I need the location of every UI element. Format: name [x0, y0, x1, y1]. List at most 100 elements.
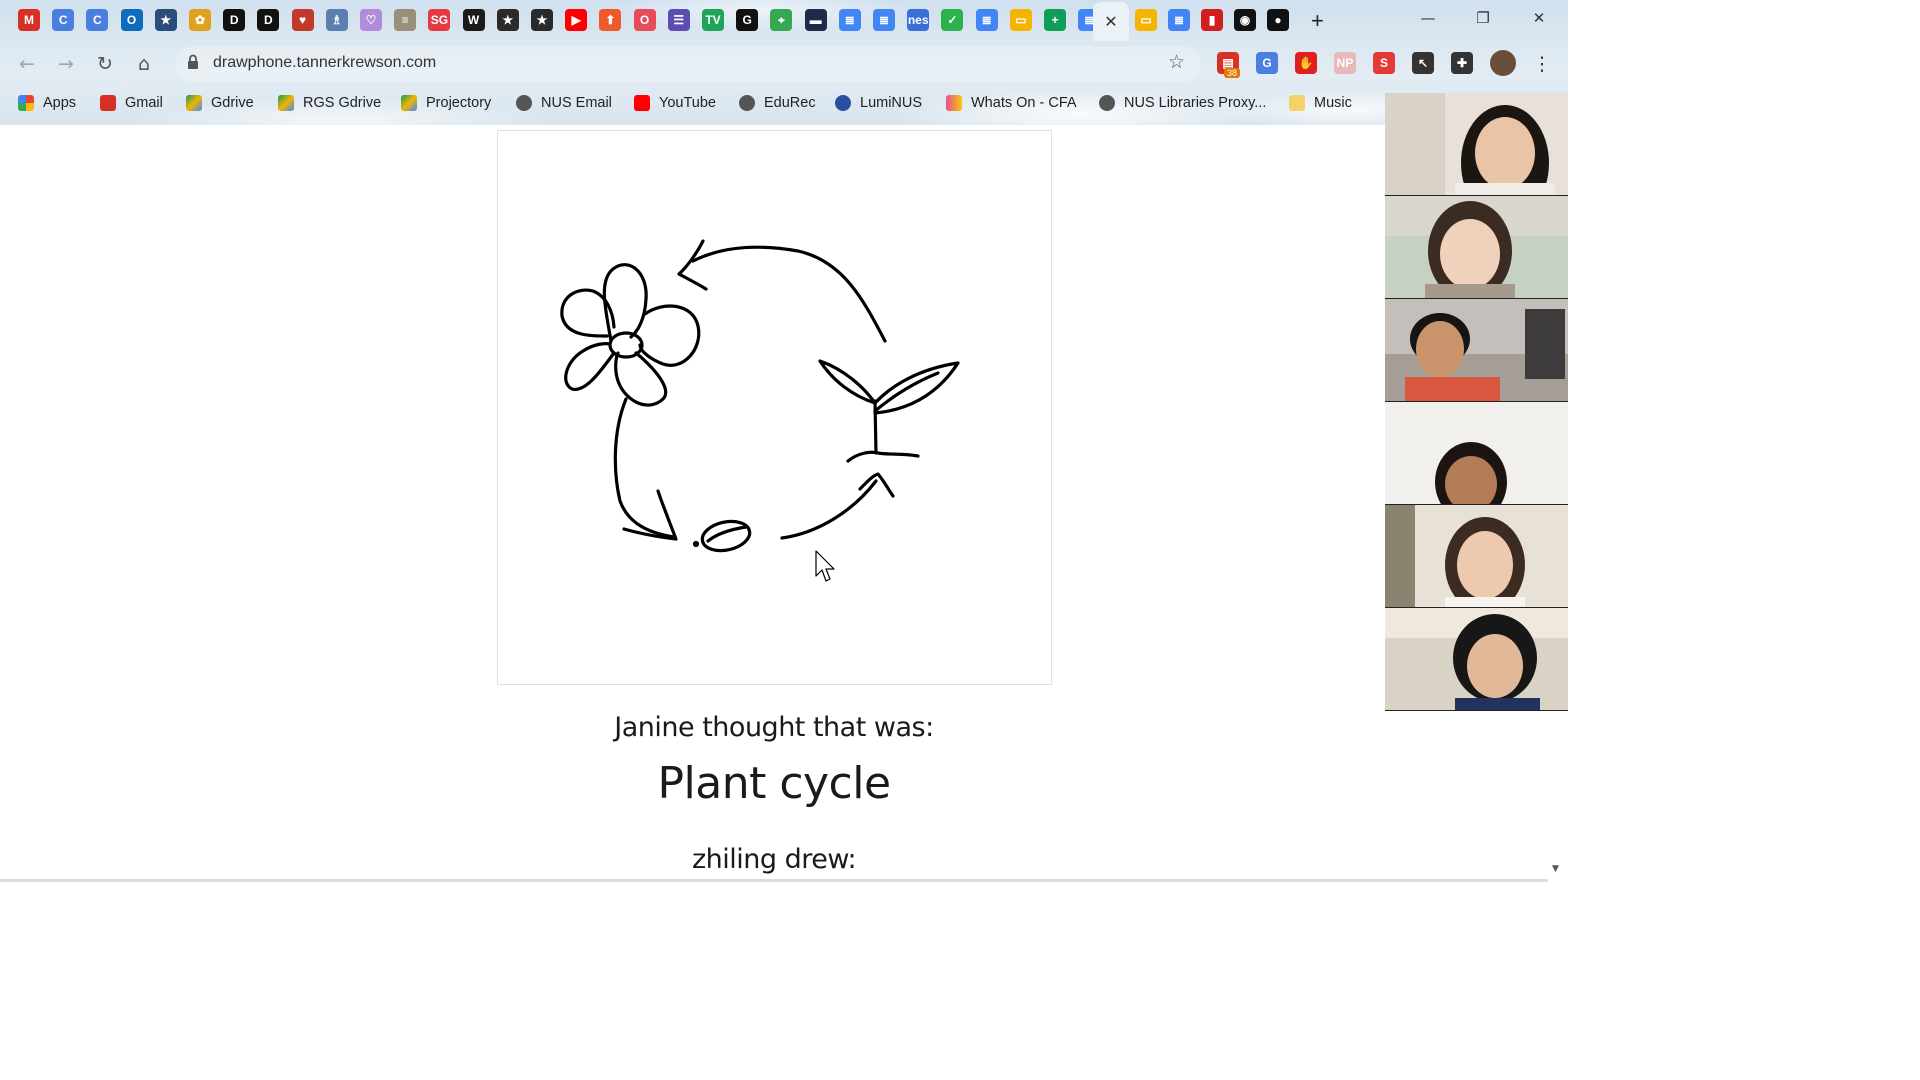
- bookmark-label: Apps: [43, 95, 77, 111]
- gmail-icon: [100, 95, 116, 111]
- bookmark-item[interactable]: EduRec: [739, 90, 816, 116]
- translate-icon[interactable]: G: [1256, 52, 1278, 74]
- heart-doc-icon[interactable]: ♡: [360, 9, 382, 31]
- participant-video: [1385, 299, 1568, 401]
- orange-star-icon[interactable]: ★: [531, 9, 553, 31]
- bookmark-label: NUS Libraries Proxy...: [1124, 95, 1267, 111]
- paper-icon[interactable]: ≡: [394, 9, 417, 31]
- green-leaf-icon[interactable]: ✓: [941, 9, 964, 31]
- profile-avatar[interactable]: [1490, 50, 1516, 76]
- sg-icon[interactable]: SG: [428, 9, 451, 31]
- lock-icon[interactable]: [186, 54, 200, 70]
- bookmark-label: Gdrive: [211, 95, 254, 111]
- bookmark-item[interactable]: RGS Gdrive: [278, 90, 381, 116]
- outlook-icon[interactable]: O: [120, 9, 143, 31]
- vertical-scrollbar[interactable]: [1548, 710, 1568, 882]
- apps-icon: [18, 95, 34, 111]
- slides-icon[interactable]: ▭: [1135, 9, 1157, 31]
- minimize-button[interactable]: —: [1405, 4, 1451, 32]
- url-text[interactable]: drawphone.tannerkrewson.com: [213, 54, 436, 72]
- bookmark-item[interactable]: Gdrive: [186, 90, 254, 116]
- star-icon[interactable]: ★: [154, 9, 177, 31]
- docs-icon[interactable]: ≣: [975, 9, 998, 31]
- wri-icon[interactable]: W: [462, 9, 485, 31]
- slides-icon[interactable]: ▭: [1009, 9, 1032, 31]
- hand-block-icon[interactable]: ✋: [1295, 52, 1317, 74]
- extension-badge: 38: [1224, 68, 1241, 78]
- video-call-panel: [1385, 93, 1568, 711]
- dark-image-icon[interactable]: ◉: [1234, 9, 1256, 31]
- grammarly-icon[interactable]: G: [736, 9, 759, 31]
- c-circle-icon[interactable]: C: [52, 9, 75, 31]
- drive-icon: [278, 95, 294, 111]
- participant-video: [1385, 608, 1568, 710]
- bookmark-item[interactable]: NUS Libraries Proxy...: [1099, 90, 1266, 116]
- bookmark-item[interactable]: Whats On - CFA: [946, 90, 1077, 116]
- horizontal-scrollbar[interactable]: [0, 879, 1548, 882]
- cursor-ext-icon[interactable]: ↖: [1412, 52, 1434, 74]
- sheets-icon[interactable]: +: [1044, 9, 1066, 31]
- youtube-icon: [634, 95, 650, 111]
- d-icon[interactable]: D: [223, 9, 246, 31]
- bookmark-item[interactable]: YouTube: [634, 90, 716, 116]
- bookmark-item[interactable]: NUS Email: [516, 90, 612, 116]
- new-tab-button[interactable]: +: [1311, 8, 1324, 34]
- red-bars-icon[interactable]: ▮: [1201, 9, 1223, 31]
- s-icon[interactable]: S: [1373, 52, 1395, 74]
- docs-icon[interactable]: ≣: [838, 9, 861, 31]
- bookmark-item[interactable]: Music: [1289, 90, 1352, 116]
- gmail-icon[interactable]: M: [18, 9, 40, 31]
- c-circle-icon[interactable]: C: [86, 9, 109, 31]
- toolbar: ← → ↻ ⌂ drawphone.tannerkrewson.com ☆ ▤ 3…: [0, 44, 1568, 84]
- opera-icon[interactable]: O: [633, 9, 656, 31]
- tab-strip: M C C O ★ ✿ D D ♥ ♗ ♡ ≡ SG W ★ ★ ▶ ⬆ O ☰ TV G ⌖ ▬ ≣ ≣ nes ✓ ≣ ▭ + ≣ ▭ ≣ ▮ ◉…: [0, 0, 1400, 41]
- guess-text: Plant cycle: [657, 758, 891, 809]
- youtube-icon[interactable]: ▶: [565, 9, 588, 31]
- arrow-bottom: [780, 472, 895, 540]
- home-icon[interactable]: ⌂: [131, 51, 157, 77]
- bookmark-item[interactable]: Projectory: [401, 90, 491, 116]
- globe-icon: [516, 95, 532, 111]
- bookmark-star-icon[interactable]: ☆: [1168, 51, 1185, 73]
- back-icon[interactable]: ←: [14, 51, 40, 77]
- globe-icon: [739, 95, 755, 111]
- puzzle-icon[interactable]: ✚: [1451, 52, 1473, 74]
- shield-icon[interactable]: ♥: [291, 9, 314, 31]
- browser-chrome: M C C O ★ ✿ D D ♥ ♗ ♡ ≡ SG W ★ ★ ▶ ⬆ O ☰ TV G ⌖ ▬ ≣ ≣ nes ✓ ≣ ▭ + ≣ ▭ ≣ ▮ ◉…: [0, 0, 1568, 125]
- bookmark-item[interactable]: Gmail: [100, 90, 163, 116]
- dark-tab-icon[interactable]: ▬: [804, 9, 827, 31]
- bookmark-item[interactable]: LumiNUS: [835, 90, 922, 116]
- tv-icon[interactable]: TV: [702, 9, 724, 31]
- restore-button[interactable]: ❐: [1460, 4, 1506, 32]
- np-icon[interactable]: NP: [1334, 52, 1356, 74]
- forward-icon[interactable]: →: [53, 51, 79, 77]
- d-icon[interactable]: D: [257, 9, 280, 31]
- drawing-canvas: [497, 130, 1052, 685]
- guess-label: Janine thought that was:: [614, 712, 934, 743]
- bookmark-label: RGS Gdrive: [303, 95, 382, 111]
- orange-star-icon[interactable]: ★: [496, 9, 519, 31]
- sunflower-icon[interactable]: ✿: [189, 9, 211, 31]
- mouse-cursor-icon: [815, 550, 835, 582]
- library-icon[interactable]: ♗: [325, 9, 348, 31]
- docs-icon[interactable]: ≣: [873, 9, 895, 31]
- active-tab[interactable]: ✕: [1093, 2, 1129, 41]
- reload-icon[interactable]: ↻: [92, 51, 118, 77]
- github-icon[interactable]: ●: [1267, 9, 1289, 31]
- arrow-top: [677, 239, 887, 343]
- drive-icon: [186, 95, 202, 111]
- bookmark-label: Whats On - CFA: [971, 95, 1077, 111]
- maps-icon[interactable]: ⌖: [770, 9, 793, 31]
- scroll-down-icon[interactable]: ▼: [1552, 864, 1559, 874]
- close-window-button[interactable]: ✕: [1516, 4, 1562, 32]
- menu-icon[interactable]: ⋮: [1529, 51, 1555, 77]
- bookmark-label: NUS Email: [541, 95, 612, 111]
- bookmark-label: Gmail: [125, 95, 163, 111]
- nes-icon[interactable]: nes: [907, 9, 930, 31]
- up-arrow-icon[interactable]: ⬆: [599, 9, 622, 31]
- close-tab-icon[interactable]: ✕: [1104, 12, 1117, 31]
- list-icon[interactable]: ☰: [667, 9, 690, 31]
- bookmark-item[interactable]: Apps: [18, 90, 76, 116]
- cfa-icon: [946, 95, 962, 111]
- docs-icon[interactable]: ≣: [1168, 9, 1190, 31]
